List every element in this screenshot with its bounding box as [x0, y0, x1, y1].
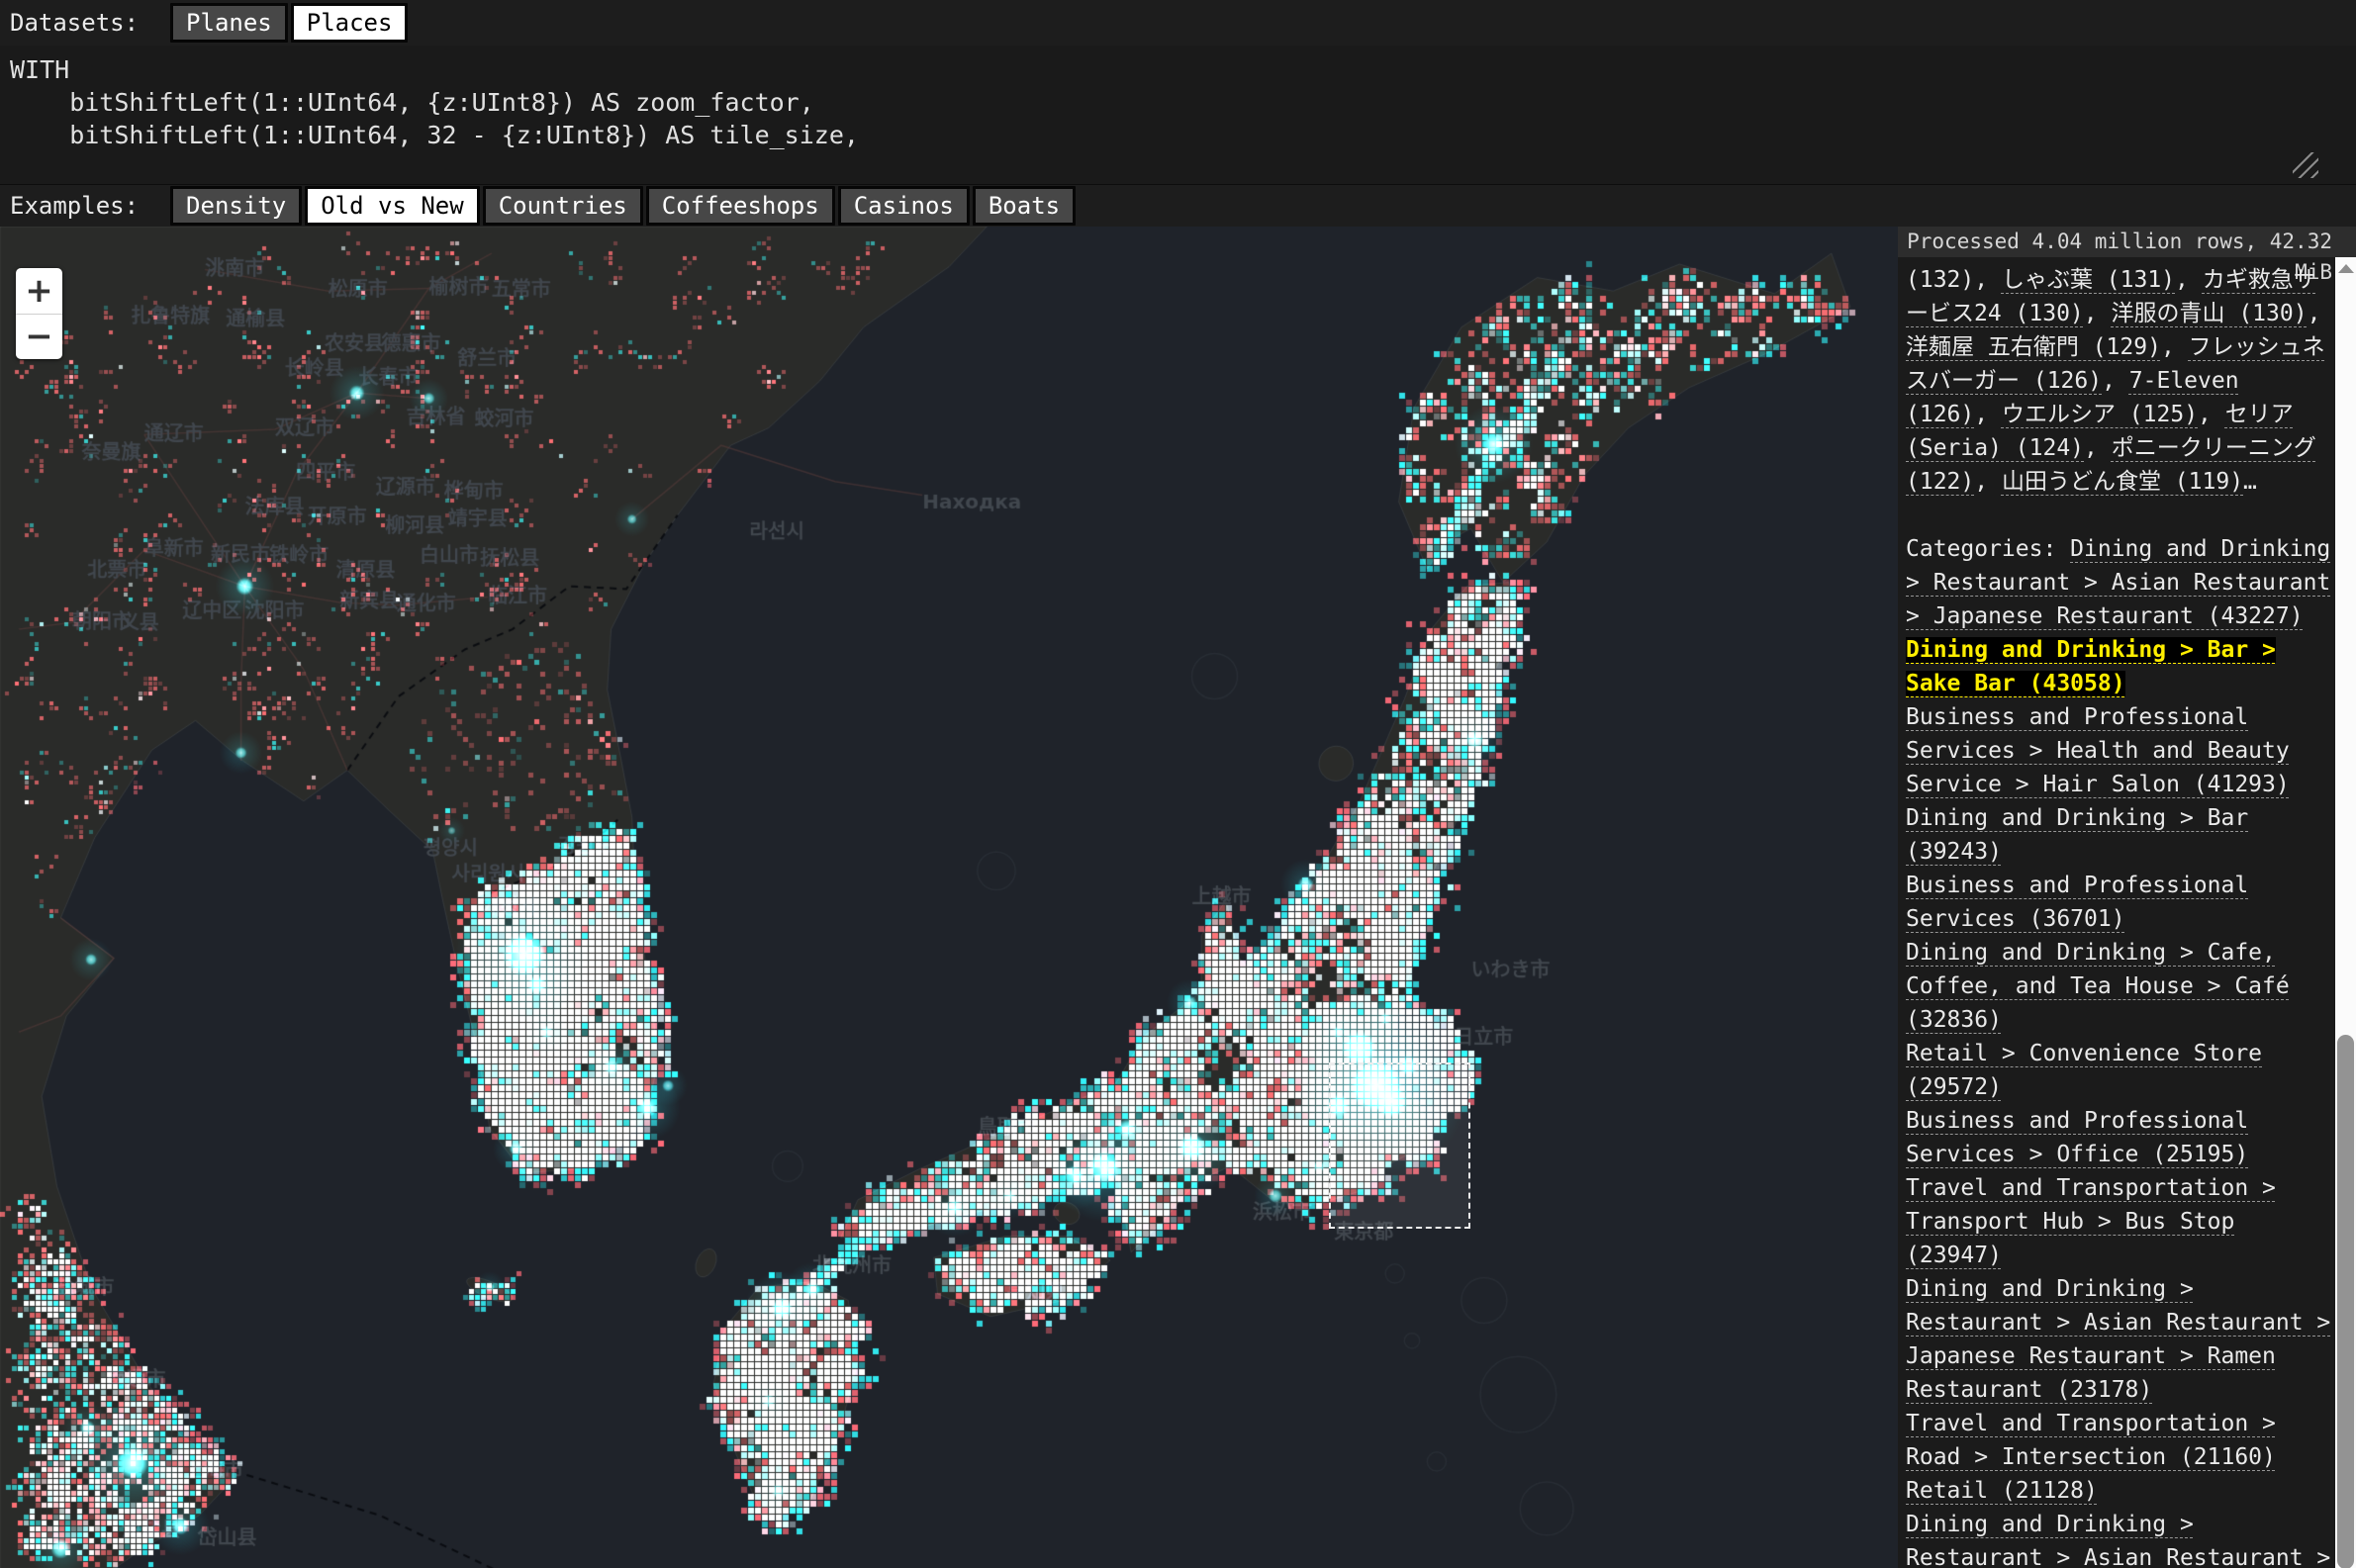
brand-link[interactable]: 山田うどん食堂 (119) — [2002, 469, 2243, 495]
category-item: Business and Professional Services (3670… — [1906, 869, 2331, 936]
category-item: Dining and Drinking > Restaurant > Asian… — [1906, 1508, 2331, 1568]
category-link[interactable]: Dining and Drinking > Bar (39243) — [1906, 805, 2248, 865]
results-content: (132), しゃぶ葉 (131), カギ救急サービス24 (130), 洋服の… — [1898, 257, 2335, 1568]
category-link[interactable]: Dining and Drinking > Restaurant > Asian… — [1906, 1512, 2330, 1568]
category-item: Travel and Transportation > Road > Inter… — [1906, 1407, 2331, 1474]
scroll-up-arrow[interactable] — [2338, 264, 2354, 273]
brand-link[interactable]: ウエルシア (125) — [2002, 402, 2198, 427]
category-link[interactable]: Dining and Drinking > Cafe, Coffee, and … — [1906, 940, 2290, 1033]
sidebar-scrollbar[interactable] — [2335, 257, 2356, 1568]
top-names-list: (132), しゃぶ葉 (131), カギ救急サービス24 (130), 洋服の… — [1906, 263, 2331, 499]
example-button-old-vs-new[interactable]: Old vs New — [305, 186, 480, 226]
dataset-button-places[interactable]: Places — [291, 3, 409, 43]
dataset-button-planes[interactable]: Planes — [170, 3, 288, 43]
category-item: Dining and Drinking > Bar (39243) — [1906, 801, 2331, 869]
category-link[interactable]: Business and Professional Services (3670… — [1906, 873, 2248, 932]
category-item: Dining and Drinking > Cafe, Coffee, and … — [1906, 936, 2331, 1037]
categories-list: Categories: Dining and Drinking > Restau… — [1906, 532, 2331, 1568]
category-item: Travel and Transportation > Transport Hu… — [1906, 1171, 2331, 1272]
categories-label: Categories: — [1906, 536, 2070, 562]
example-button-density[interactable]: Density — [170, 186, 302, 226]
sql-editor[interactable]: WITH bitShiftLeft(1::UInt64, {z:UInt8}) … — [0, 46, 2356, 185]
category-link[interactable]: Business and Professional Services > Hea… — [1906, 704, 2290, 797]
category-link[interactable]: Travel and Transportation > Transport Hu… — [1906, 1175, 2276, 1268]
map-canvas[interactable] — [0, 227, 1898, 1568]
brand-link[interactable]: 洋服の青山 (130) — [2111, 301, 2307, 326]
sql-code[interactable]: WITH bitShiftLeft(1::UInt64, {z:UInt8}) … — [0, 46, 2356, 151]
category-link[interactable]: Dining and Drinking > Restaurant > Asian… — [1906, 1276, 2330, 1403]
category-link[interactable]: Travel and Transportation > Road > Inter… — [1906, 1411, 2276, 1470]
category-link[interactable]: Business and Professional Services > Off… — [1906, 1108, 2248, 1167]
category-link[interactable]: Retail (21128) — [1906, 1478, 2098, 1504]
category-item: Retail > Convenience Store (29572) — [1906, 1037, 2331, 1104]
map-zoom-control: + − — [16, 268, 62, 359]
brand-link[interactable]: 洋麺屋 五右衛門 (129) — [1906, 334, 2161, 360]
category-item: Categories: Dining and Drinking > Restau… — [1906, 532, 2331, 633]
example-button-casinos[interactable]: Casinos — [838, 186, 970, 226]
example-button-boats[interactable]: Boats — [973, 186, 1076, 226]
example-button-countries[interactable]: Countries — [483, 186, 643, 226]
datasets-bar: Datasets: PlanesPlaces — [0, 0, 2356, 46]
main-area: + − Processed 4.04 million rows, 42.32 M… — [0, 227, 2356, 1568]
examples-bar: Examples: DensityOld vs NewCountriesCoff… — [0, 185, 2356, 227]
zoom-out-button[interactable]: − — [16, 315, 62, 360]
dataset-button-group: PlanesPlaces — [170, 3, 408, 43]
examples-label: Examples: — [10, 192, 139, 220]
query-status: Processed 4.04 million rows, 42.32 MiB — [1898, 227, 2356, 257]
brand-link[interactable]: しゃぶ葉 (131) — [2002, 267, 2175, 293]
category-item: Dining and Drinking > Restaurant > Asian… — [1906, 1272, 2331, 1407]
resize-grip-icon[interactable] — [2293, 152, 2318, 178]
results-panel: Processed 4.04 million rows, 42.32 MiB (… — [1898, 227, 2356, 1568]
category-item: Retail (21128) — [1906, 1474, 2331, 1508]
datasets-label: Datasets: — [10, 9, 139, 37]
selection-rectangle[interactable] — [1329, 1062, 1470, 1229]
example-button-group: DensityOld vs NewCountriesCoffeeshopsCas… — [170, 186, 1076, 226]
example-button-coffeeshops[interactable]: Coffeeshops — [646, 186, 835, 226]
category-item: Dining and Drinking > Bar > Sake Bar (43… — [1906, 633, 2331, 700]
spacer — [1906, 499, 2331, 532]
map-view[interactable]: + − — [0, 227, 1898, 1568]
category-link-highlighted[interactable]: Dining and Drinking > Bar > Sake Bar (43… — [1906, 637, 2276, 696]
clickhouse-places-demo-app: Datasets: PlanesPlaces WITH bitShiftLeft… — [0, 0, 2356, 1568]
category-link[interactable]: Retail > Convenience Store (29572) — [1906, 1041, 2262, 1100]
zoom-in-button[interactable]: + — [16, 268, 62, 314]
category-item: Business and Professional Services > Off… — [1906, 1104, 2331, 1171]
category-item: Business and Professional Services > Hea… — [1906, 700, 2331, 801]
scrollbar-thumb[interactable] — [2337, 1035, 2354, 1568]
